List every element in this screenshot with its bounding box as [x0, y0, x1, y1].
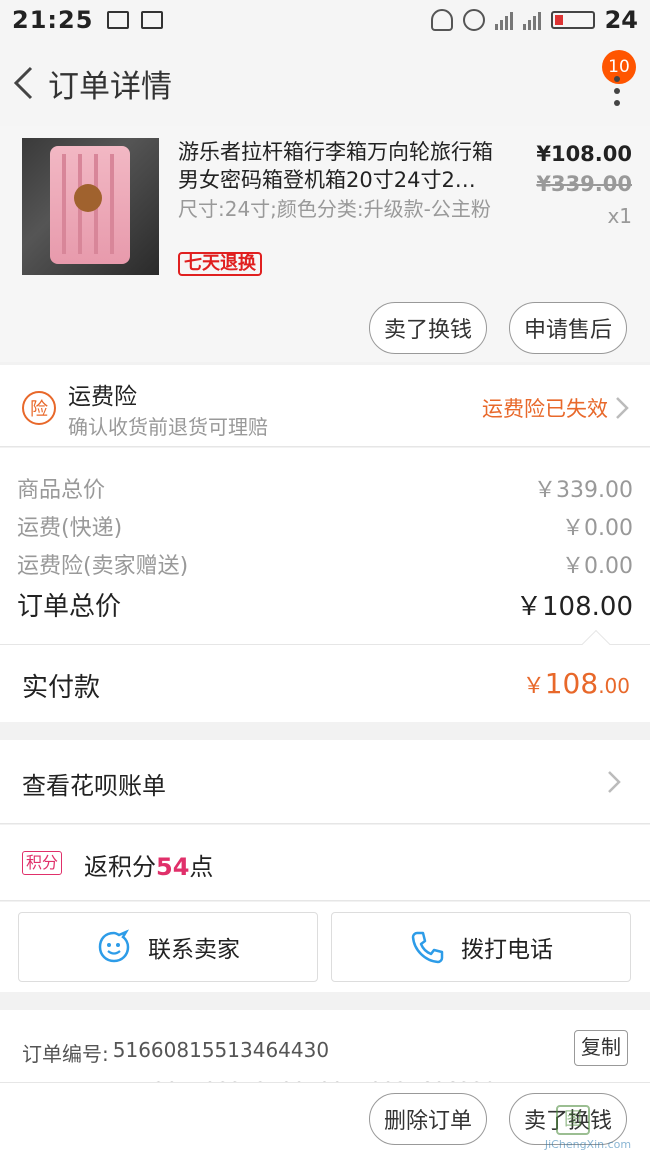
- contact-seller-button[interactable]: 联系卖家: [18, 912, 318, 982]
- insurance-icon: 险: [22, 391, 56, 425]
- summary-value: ￥339.00: [534, 478, 633, 503]
- points-text: 返积分 54 点: [84, 847, 213, 882]
- back-icon[interactable]: [4, 40, 44, 126]
- points-suffix: 点: [189, 853, 214, 881]
- news-notification-icon: [141, 11, 164, 29]
- watermark-text: JiChengXin.com: [544, 1138, 632, 1151]
- mute-icon: [430, 9, 453, 31]
- paid-currency: ￥: [522, 674, 545, 699]
- shipping-insurance-row[interactable]: 险 运费险 确认收货前退货可理赔 运费险已失效: [0, 365, 650, 447]
- battery-icon: [550, 11, 595, 29]
- points-count: 54: [156, 853, 190, 881]
- order-total-row: 订单总价 ￥108.00: [17, 586, 633, 623]
- paid-amount-decimal: .00: [598, 674, 630, 698]
- watermark-logo: 图 JiChengXin.com: [530, 1103, 646, 1151]
- contact-seller-label: 联系卖家: [148, 937, 240, 963]
- suitcase-picture: [50, 146, 130, 264]
- after-sale-button[interactable]: 申请售后: [509, 302, 627, 354]
- summary-label: 运费险(卖家赠送): [17, 554, 189, 579]
- call-phone-button[interactable]: 拨打电话: [331, 912, 631, 982]
- product-original-price: ¥339.00: [536, 172, 632, 196]
- product-title[interactable]: 游乐者拉杆箱行李箱万向轮旅行箱男女密码箱登机箱20寸24寸2…: [178, 138, 498, 194]
- order-number-value: 51660815513464430: [112, 1038, 330, 1062]
- status-bar: 21:25 24: [0, 0, 650, 40]
- more-icon: [614, 76, 620, 106]
- return-policy-tag: 七天退换: [178, 252, 262, 276]
- product-quantity: x1: [607, 204, 632, 228]
- insurance-description: 确认收货前退货可理赔: [68, 415, 268, 439]
- signal-icon: [494, 10, 513, 30]
- summary-value: ￥0.00: [562, 516, 633, 541]
- summary-label: 运费(快递): [17, 516, 123, 541]
- product-image[interactable]: [22, 138, 159, 275]
- image-notification-icon: [107, 11, 130, 29]
- chevron-right-icon: [616, 397, 629, 419]
- copy-button[interactable]: 复制: [574, 1030, 628, 1066]
- huabei-label: 查看花呗账单: [22, 772, 166, 800]
- product-spec: 尺寸:24寸;颜色分类:升级款-公主粉: [178, 197, 491, 221]
- summary-row: 运费险(卖家赠送) ￥0.00: [17, 548, 633, 580]
- points-icon: 积分: [22, 851, 63, 875]
- product-card[interactable]: 游乐者拉杆箱行李箱万向轮旅行箱男女密码箱登机箱20寸24寸2… 尺寸:24寸;颜…: [0, 126, 650, 362]
- huabei-bill-row[interactable]: 查看花呗账单: [0, 740, 650, 824]
- paid-amount: ￥ 108 .00: [523, 667, 630, 700]
- sell-button[interactable]: 卖了换钱: [369, 302, 487, 354]
- order-number-label: 订单编号:: [22, 1042, 109, 1066]
- insurance-status: 运费险已失效: [482, 397, 608, 421]
- battery-level: 24: [604, 6, 638, 34]
- chevron-right-icon: [608, 771, 621, 793]
- insurance-title: 运费险: [68, 384, 137, 410]
- more-menu-button[interactable]: 10: [590, 50, 636, 110]
- delete-order-button[interactable]: 删除订单: [369, 1093, 487, 1145]
- contact-area: 联系卖家 拨打电话: [0, 902, 650, 992]
- paid-label: 实付款: [22, 673, 101, 703]
- summary-value: ￥0.00: [562, 554, 633, 579]
- signal-icon-2: [522, 10, 541, 30]
- nav-bar: 订单详情 10: [0, 40, 650, 126]
- chat-icon: [98, 929, 130, 963]
- order-total-value: ￥108.00: [516, 592, 633, 622]
- phone-icon: [411, 931, 444, 964]
- price-summary: 商品总价 ￥339.00 运费(快递) ￥0.00 运费险(卖家赠送) ￥0.0…: [0, 448, 650, 644]
- points-row: 积分 返积分 54 点: [0, 825, 650, 901]
- product-price: ¥108.00: [536, 142, 632, 166]
- order-total-label: 订单总价: [17, 592, 122, 622]
- points-prefix: 返积分: [84, 853, 156, 881]
- paid-amount-integer: 108: [544, 667, 599, 700]
- summary-row: 商品总价 ￥339.00: [17, 472, 633, 504]
- call-phone-label: 拨打电话: [461, 937, 553, 963]
- watermark-icon: 图: [556, 1105, 590, 1135]
- order-number: 订单编号: 51660815513464430: [22, 1038, 329, 1067]
- page-title: 订单详情: [48, 68, 172, 105]
- actual-paid-row: 实付款 ￥ 108 .00: [0, 629, 650, 722]
- bottom-action-bar: 删除订单 卖了换钱 图 JiChengXin.com: [0, 1082, 650, 1155]
- order-info: 订单编号: 51660815513464430 复制 支付宝交易号: 20170…: [0, 1010, 650, 1090]
- summary-label: 商品总价: [17, 478, 106, 503]
- summary-row: 运费(快递) ￥0.00: [17, 510, 633, 542]
- status-time: 21:25: [12, 6, 94, 34]
- alarm-icon: [462, 9, 485, 31]
